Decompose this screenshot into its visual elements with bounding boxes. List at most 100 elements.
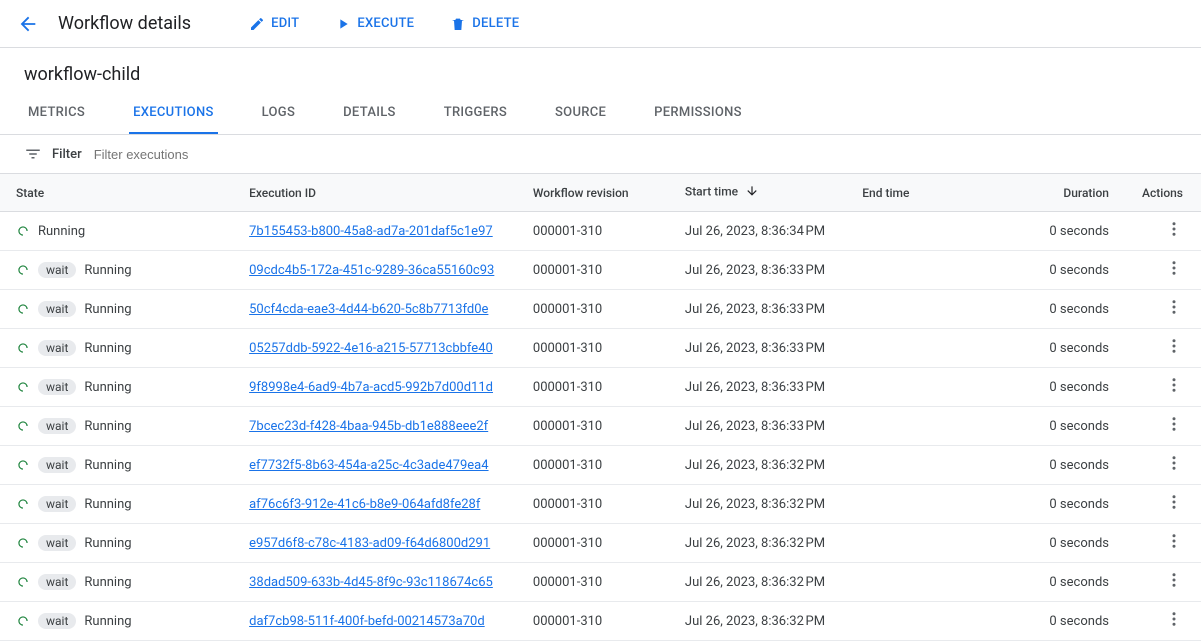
start-cell: Jul 26, 2023, 8:36:33 PM [669, 329, 846, 368]
execution-id-link[interactable]: 9f8998e4-6ad9-4b7a-acd5-992b7d00d11d [249, 380, 493, 395]
more-icon[interactable] [1165, 298, 1183, 316]
state-label: Running [84, 458, 131, 473]
duration-cell: 0 seconds [1024, 485, 1125, 524]
end-cell [846, 212, 1023, 251]
tab-details[interactable]: DETAILS [339, 93, 400, 134]
running-spinner-icon [16, 419, 30, 433]
wait-chip: wait [38, 379, 76, 395]
end-cell [846, 563, 1023, 602]
execution-id-link[interactable]: 7b155453-b800-45a8-ad7a-201daf5c1e97 [249, 224, 493, 239]
tab-executions[interactable]: EXECUTIONS [129, 93, 218, 134]
tab-triggers[interactable]: TRIGGERS [440, 93, 511, 134]
execution-id-link[interactable]: daf7cb98-511f-400f-befd-00214573a70d [249, 614, 485, 629]
tab-logs[interactable]: LOGS [258, 93, 300, 134]
execution-id-link[interactable]: 7bcec23d-f428-4baa-945b-db1e888eee2f [249, 419, 488, 434]
delete-button[interactable]: Delete [440, 10, 529, 38]
filter-input[interactable] [92, 146, 1177, 163]
sort-desc-icon [745, 184, 759, 201]
execution-id-link[interactable]: 38dad509-633b-4d45-8f9c-93c118674c65 [249, 575, 493, 590]
state-label: Running [84, 380, 131, 395]
start-cell: Jul 26, 2023, 8:36:32 PM [669, 446, 846, 485]
end-cell [846, 446, 1023, 485]
table-row[interactable]: waitRunningdaf7cb98-511f-400f-befd-00214… [0, 602, 1201, 641]
col-end-time[interactable]: End time [846, 174, 1023, 212]
filter-bar: Filter [0, 135, 1201, 174]
table-row[interactable]: waitRunning7bcec23d-f428-4baa-945b-db1e8… [0, 407, 1201, 446]
edit-icon [249, 16, 265, 32]
executions-table: State Execution ID Workflow revision Sta… [0, 174, 1201, 641]
wait-chip: wait [38, 496, 76, 512]
more-icon[interactable] [1165, 337, 1183, 355]
table-row[interactable]: waitRunning38dad509-633b-4d45-8f9c-93c11… [0, 563, 1201, 602]
tab-source[interactable]: SOURCE [551, 93, 610, 134]
start-cell: Jul 26, 2023, 8:36:33 PM [669, 407, 846, 446]
col-revision[interactable]: Workflow revision [517, 174, 669, 212]
more-icon[interactable] [1165, 415, 1183, 433]
duration-cell: 0 seconds [1024, 602, 1125, 641]
table-row[interactable]: waitRunning09cdc4b5-172a-451c-9289-36ca5… [0, 251, 1201, 290]
wait-chip: wait [38, 301, 76, 317]
state-label: Running [84, 341, 131, 356]
col-start-time[interactable]: Start time [669, 174, 846, 212]
running-spinner-icon [16, 224, 30, 238]
trash-icon [450, 16, 466, 32]
execution-id-link[interactable]: 09cdc4b5-172a-451c-9289-36ca55160c93 [249, 263, 494, 278]
running-spinner-icon [16, 575, 30, 589]
start-cell: Jul 26, 2023, 8:36:33 PM [669, 368, 846, 407]
start-cell: Jul 26, 2023, 8:36:34 PM [669, 212, 846, 251]
execution-id-link[interactable]: af76c6f3-912e-41c6-b8e9-064afd8fe28f [249, 497, 480, 512]
table-row[interactable]: waitRunninge957d6f8-c78c-4183-ad09-f64d6… [0, 524, 1201, 563]
arrow-back-icon [17, 13, 39, 35]
table-row[interactable]: Running7b155453-b800-45a8-ad7a-201daf5c1… [0, 212, 1201, 251]
duration-cell: 0 seconds [1024, 524, 1125, 563]
table-row[interactable]: wait Running 9f8998e4-6ad9-4b7a-acd5-992b7… [0, 368, 1201, 407]
end-cell [846, 407, 1023, 446]
duration-cell: 0 seconds [1024, 212, 1125, 251]
more-icon[interactable] [1165, 454, 1183, 472]
col-state[interactable]: State [0, 174, 233, 212]
running-spinner-icon [16, 497, 30, 511]
back-button[interactable] [16, 12, 40, 36]
state-label: Running [84, 419, 131, 434]
wait-chip: wait [38, 262, 76, 278]
execution-id-link[interactable]: 50cf4cda-eae3-4d44-b620-5c8b7713fd0e [249, 302, 488, 317]
workflow-name: workflow-child [0, 48, 1201, 93]
duration-cell: 0 seconds [1024, 563, 1125, 602]
table-row[interactable]: waitRunning05257ddb-5922-4e16-a215-57713… [0, 329, 1201, 368]
start-cell: Jul 26, 2023, 8:36:32 PM [669, 563, 846, 602]
edit-button[interactable]: Edit [239, 10, 309, 38]
revision-cell: 000001-310 [517, 485, 669, 524]
running-spinner-icon [16, 263, 30, 277]
col-start-label: Start time [685, 185, 738, 199]
more-icon[interactable] [1165, 571, 1183, 589]
execution-id-link[interactable]: 05257ddb-5922-4e16-a215-57713cbbfe40 [249, 341, 493, 356]
end-cell [846, 485, 1023, 524]
table-row[interactable]: waitRunningaf76c6f3-912e-41c6-b8e9-064af… [0, 485, 1201, 524]
execute-button[interactable]: Execute [325, 10, 424, 38]
running-spinner-icon [16, 341, 30, 355]
running-spinner-icon [16, 614, 30, 628]
col-duration[interactable]: Duration [1024, 174, 1125, 212]
more-icon[interactable] [1165, 259, 1183, 277]
more-icon[interactable] [1165, 610, 1183, 628]
table-row[interactable]: waitRunningef7732f5-8b63-454a-a25c-4c3ad… [0, 446, 1201, 485]
revision-cell: 000001-310 [517, 251, 669, 290]
more-icon[interactable] [1165, 376, 1183, 394]
execution-id-link[interactable]: ef7732f5-8b63-454a-a25c-4c3ade479ea4 [249, 458, 488, 473]
start-cell: Jul 26, 2023, 8:36:33 PM [669, 290, 846, 329]
table-row[interactable]: waitRunning50cf4cda-eae3-4d44-b620-5c8b7… [0, 290, 1201, 329]
duration-cell: 0 seconds [1024, 368, 1125, 407]
duration-cell: 0 seconds [1024, 290, 1125, 329]
start-cell: Jul 26, 2023, 8:36:32 PM [669, 602, 846, 641]
tab-metrics[interactable]: METRICS [24, 93, 89, 134]
topbar: Workflow details Edit Execute Delete [0, 0, 1201, 48]
running-spinner-icon [16, 302, 30, 316]
tab-permissions[interactable]: PERMISSIONS [650, 93, 746, 134]
more-icon[interactable] [1165, 493, 1183, 511]
end-cell [846, 329, 1023, 368]
duration-cell: 0 seconds [1024, 329, 1125, 368]
more-icon[interactable] [1165, 220, 1183, 238]
execution-id-link[interactable]: e957d6f8-c78c-4183-ad09-f64d6800d291 [249, 536, 490, 551]
revision-cell: 000001-310 [517, 212, 669, 251]
col-exec-id[interactable]: Execution ID [233, 174, 517, 212]
